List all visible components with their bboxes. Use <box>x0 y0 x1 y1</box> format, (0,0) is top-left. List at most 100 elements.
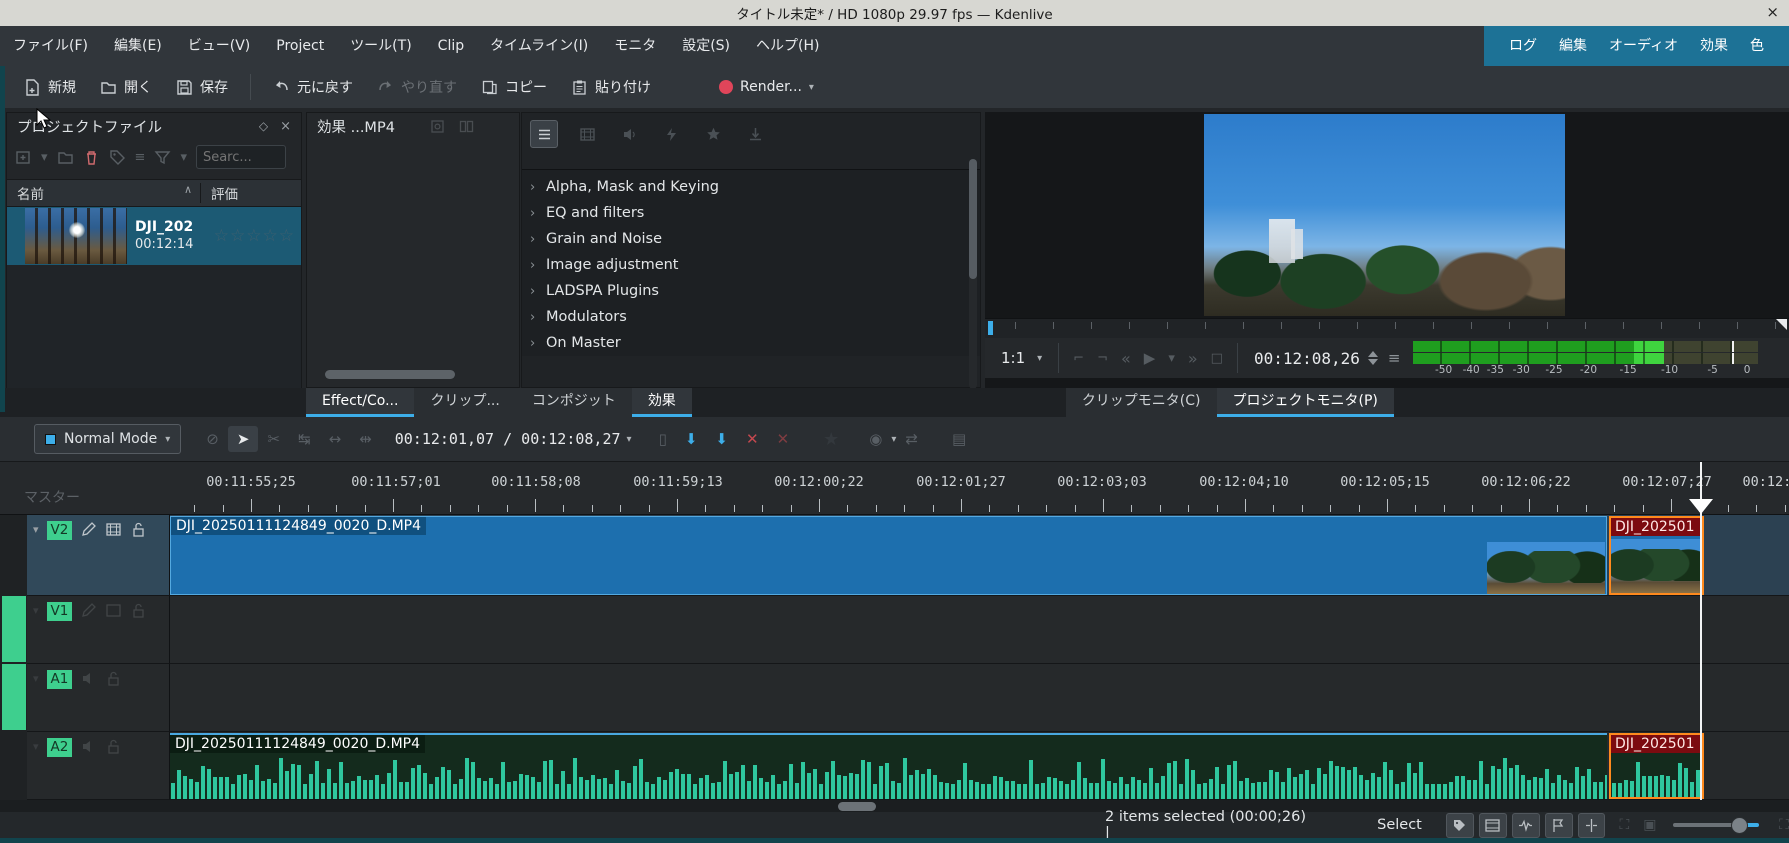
menu-settings[interactable]: 設定(S) <box>669 26 743 66</box>
fx-category[interactable]: ›On Master <box>522 330 980 356</box>
spin-up-icon[interactable] <box>1368 351 1378 357</box>
timeline-menu-icon[interactable]: ▤ <box>943 430 975 448</box>
show-waveforms-toggle[interactable] <box>1512 813 1540 838</box>
layout-log[interactable]: ログ <box>1498 26 1548 66</box>
selection-tool-button[interactable]: ➤ <box>228 426 259 452</box>
show-video-icon[interactable] <box>105 602 122 619</box>
track-name-badge[interactable]: A2 <box>47 738 73 757</box>
paste-button[interactable]: 貼り付け <box>561 71 661 103</box>
show-tags-toggle[interactable] <box>1446 813 1474 838</box>
expander-icon[interactable]: › <box>530 206 546 221</box>
slider-handle[interactable] <box>1731 817 1748 834</box>
monitor-playhead[interactable] <box>988 321 993 335</box>
delete-icon[interactable] <box>83 149 100 166</box>
filter-icon[interactable] <box>154 149 171 166</box>
zoom-out-icon[interactable]: ▣ <box>1643 817 1656 833</box>
vertical-scrollbar[interactable] <box>969 159 977 389</box>
monitor-video-frame[interactable] <box>1204 114 1565 316</box>
scrollbar-thumb[interactable] <box>838 802 876 811</box>
extract-zone-icon[interactable]: ✕ <box>737 430 768 448</box>
render-button[interactable]: Render... ▾ <box>709 73 824 101</box>
bin-clip-row[interactable]: DJI_202 00:12:14 ☆☆☆☆☆ <box>7 207 301 265</box>
scrollbar-thumb[interactable] <box>969 159 977 279</box>
custom-effects-button[interactable] <box>658 121 684 147</box>
lift-zone-icon[interactable]: ✕ <box>768 430 799 448</box>
menu-file[interactable]: ファイル(F) <box>0 26 101 66</box>
layout-effects[interactable]: 効果 <box>1689 26 1739 66</box>
layout-editing[interactable]: 編集 <box>1548 26 1598 66</box>
mute-track-icon[interactable] <box>80 738 97 755</box>
edit-track-icon[interactable] <box>80 521 97 538</box>
razor-tool-button[interactable]: ✂ <box>258 430 289 448</box>
show-video-icon[interactable] <box>105 521 122 538</box>
track-name-badge[interactable]: V2 <box>47 521 73 540</box>
fx-category[interactable]: ›Alpha, Mask and Keying <box>522 174 980 200</box>
slip-tool-button[interactable]: ⇹ <box>350 430 381 448</box>
audio-clip-selected[interactable]: DJI_202501 <box>1609 733 1704 799</box>
zoom-fit-icon[interactable]: ⛶ <box>1619 817 1629 833</box>
fx-category[interactable]: ›EQ and filters <box>522 200 980 226</box>
timeline-hscrollbar[interactable] <box>0 800 1789 812</box>
monitor-menu-icon[interactable]: ≡ <box>1388 349 1401 367</box>
fx-category[interactable]: ›Image adjustment <box>522 252 980 278</box>
lock-track-icon[interactable] <box>130 521 147 538</box>
loop-button[interactable]: □ <box>1211 351 1223 366</box>
fx-category[interactable]: ›Grain and Noise <box>522 226 980 252</box>
mix-clips-icon[interactable]: ▯ <box>650 430 676 448</box>
master-track-button[interactable]: マスター <box>24 487 80 507</box>
expander-icon[interactable]: › <box>530 284 546 299</box>
video-clip-selected[interactable]: DJI_202501 <box>1609 516 1704 595</box>
chevron-down-icon[interactable]: ▾ <box>33 740 39 753</box>
tab-effect-compositions[interactable]: Effect/Co... <box>306 388 414 417</box>
timeline-zoom-slider[interactable] <box>1673 823 1754 827</box>
clip-rating-stars[interactable]: ☆☆☆☆☆ <box>214 226 295 246</box>
horizontal-scrollbar[interactable] <box>325 370 455 379</box>
record-icon[interactable]: ◉ <box>860 430 891 448</box>
edit-track-icon[interactable] <box>80 602 97 619</box>
track-header-a1[interactable]: ▾ A1 <box>27 664 170 732</box>
video-clip[interactable]: DJI_20250111124849_0020_D.MP4 <box>170 516 1607 595</box>
undo-button[interactable]: 元に戻す <box>263 71 363 103</box>
timeline-timecode[interactable]: 00:12:01,07 / 00:12:08,27 <box>381 430 627 448</box>
fit-zoom-icon[interactable]: ⛶ <box>1779 817 1789 833</box>
tab-effects[interactable]: 効果 <box>632 388 692 417</box>
snap-toggle[interactable] <box>1578 813 1606 838</box>
timeline-ruler[interactable]: 00:11:55;25 00:11:57;01 00:11:58;08 00:1… <box>0 462 1789 515</box>
track-header-v1[interactable]: ▾ V1 <box>27 596 170 664</box>
ripple-tool-button[interactable]: ↔ <box>320 430 351 448</box>
fx-category[interactable]: ›LADSPA Plugins <box>522 278 980 304</box>
zone-in-icon[interactable]: ⌐ <box>1073 351 1084 366</box>
tab-clip-properties[interactable]: クリップ... <box>414 388 515 417</box>
lock-track-icon[interactable] <box>130 602 147 619</box>
show-thumbnails-toggle[interactable] <box>1479 813 1507 838</box>
forward-button[interactable]: » <box>1188 349 1198 368</box>
track-header-v2[interactable]: ▾ V2 <box>27 515 170 596</box>
column-header-rating[interactable]: 評価 <box>201 183 238 203</box>
chevron-down-icon[interactable]: ▾ <box>33 672 39 685</box>
save-effect-stack-icon[interactable] <box>429 118 446 135</box>
tab-project-monitor[interactable]: プロジェクトモニタ(P) <box>1217 388 1394 417</box>
expander-icon[interactable]: › <box>530 258 546 273</box>
add-clip-icon[interactable] <box>15 149 32 166</box>
open-button[interactable]: 開く <box>90 71 162 103</box>
zone-out-icon[interactable]: ¬ <box>1097 351 1108 366</box>
view-mode-icon[interactable]: ≡ <box>135 150 146 165</box>
save-button[interactable]: 保存 <box>166 71 238 103</box>
audio-clip[interactable]: DJI_20250111124849_0020_D.MP4 <box>170 733 1607 799</box>
audio-effects-button[interactable] <box>616 121 642 147</box>
copy-button[interactable]: コピー <box>471 71 557 103</box>
overwrite-zone-icon[interactable]: ⬇ <box>706 430 737 448</box>
menu-monitor[interactable]: モニタ <box>601 26 669 66</box>
show-all-effects-button[interactable] <box>530 120 558 148</box>
track-name-badge[interactable]: V1 <box>47 602 73 621</box>
fx-category[interactable]: ›Modulators <box>522 304 980 330</box>
add-clip-chevron-icon[interactable]: ▾ <box>41 150 48 165</box>
mixer-icon[interactable]: ⇄ <box>896 430 927 448</box>
play-chevron-icon[interactable]: ▾ <box>1168 351 1175 366</box>
track-lane-v1[interactable] <box>170 596 1789 664</box>
insert-zone-icon[interactable]: ⬇ <box>676 430 707 448</box>
edit-mode-select[interactable]: Normal Mode ▾ <box>34 424 181 454</box>
chevron-down-icon[interactable]: ▾ <box>33 604 39 617</box>
chevron-down-icon[interactable]: ▾ <box>627 434 632 445</box>
tab-clip-monitor[interactable]: クリップモニタ(C) <box>1066 388 1217 417</box>
